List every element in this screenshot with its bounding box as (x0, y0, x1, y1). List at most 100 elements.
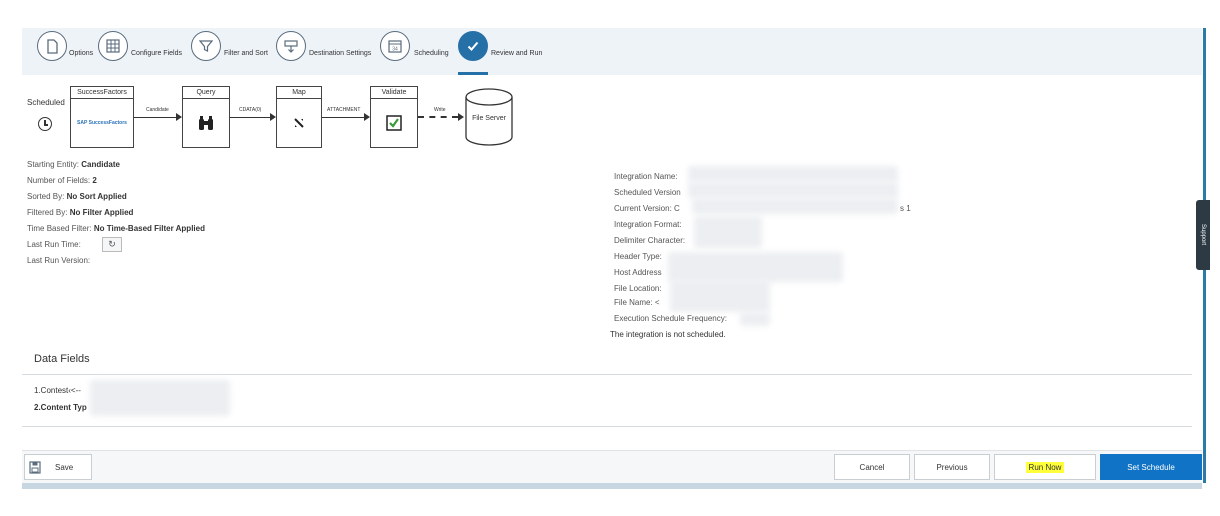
scheduled-version-row: Scheduled Version (614, 188, 681, 197)
integration-format-row: Integration Format: (614, 220, 682, 229)
support-tab-label: Support (1200, 224, 1206, 246)
grid-icon (98, 31, 128, 61)
starting-entity-row: Starting Entity: Candidate (27, 160, 120, 169)
integration-name-row: Integration Name: (614, 172, 678, 181)
time-based-filter-row: Time Based Filter: No Time-Based Filter … (27, 224, 205, 233)
connector-label: ATTACHMENT (327, 107, 361, 113)
flow-box-title: Map (277, 87, 321, 99)
kv-label: Integration Name: (614, 172, 678, 181)
current-version-suffix: s 1 (900, 204, 911, 213)
scheduled-label: Scheduled (27, 98, 65, 107)
kv-value: < (654, 298, 660, 307)
validate-check-icon (386, 115, 402, 131)
delimiter-character-row: Delimiter Character: (614, 236, 685, 245)
connector-label: Candidate (146, 107, 169, 113)
kv-label: Host Address (614, 268, 662, 277)
kv-value: No Time-Based Filter Applied (93, 224, 205, 233)
kv-value: 2 (92, 176, 97, 185)
set-schedule-button-label: Set Schedule (1127, 462, 1175, 472)
kv-label: Starting Entity: (27, 160, 80, 169)
step-configure-fields-label: Configure Fields (131, 50, 182, 57)
data-field-item: 1.Contest‹<-- (34, 386, 81, 395)
calendar-icon: 34 (380, 31, 410, 61)
cancel-button[interactable]: Cancel (834, 454, 910, 480)
redacted-value (688, 166, 898, 182)
connector-label: Write (434, 107, 446, 113)
flow-box-successfactors: SuccessFactors SAP SuccessFactors (70, 86, 134, 148)
sorted-by-row: Sorted By: No Sort Applied (27, 192, 127, 201)
wizard-steps-bar: Options Configure Fields Filter and Sort… (22, 28, 1202, 75)
kv-label: Filtered By: (27, 208, 68, 217)
number-of-fields-row: Number of Fields: 2 (27, 176, 97, 185)
redacted-value (694, 216, 762, 248)
flow-box-map: Map (276, 86, 322, 148)
redacted-value (670, 280, 770, 312)
kv-label: Number of Fields: (27, 176, 91, 185)
data-field-item: 2.Content Typ (34, 403, 87, 412)
kv-label: Header Type: (614, 252, 662, 261)
redacted-value (740, 312, 770, 326)
connector-line (322, 117, 364, 118)
set-schedule-button[interactable]: Set Schedule (1100, 454, 1202, 480)
connector-dashed-line (418, 116, 458, 118)
save-button[interactable]: Save (24, 454, 92, 480)
header-type-row: Header Type: (614, 252, 662, 261)
data-fields-title: Data Fields (34, 353, 90, 365)
step-filter-and-sort-label: Filter and Sort (224, 50, 268, 57)
redacted-value (668, 252, 843, 282)
connector-line (230, 117, 270, 118)
host-address-row: Host Address (614, 268, 662, 277)
active-step-indicator (458, 72, 488, 75)
last-run-version-row: Last Run Version: (27, 256, 90, 265)
filtered-by-row: Filtered By: No Filter Applied (27, 208, 133, 217)
flow-box-query: Query (182, 86, 230, 148)
step-review-and-run-label: Review and Run (491, 50, 543, 57)
kv-label: Scheduled Version (614, 188, 681, 197)
refresh-button[interactable]: ↻ (102, 237, 122, 252)
kv-label: Current Version: (614, 204, 672, 213)
connector-line (134, 117, 176, 118)
kv-value: Candidate (81, 160, 120, 169)
file-name-row: File Name: < (614, 298, 660, 307)
step-scheduling-label: Scheduling (414, 50, 449, 57)
flow-box-title: Validate (371, 87, 417, 99)
connector-label: CDATA(0) (239, 107, 262, 113)
run-now-button-label: Run Now (1025, 461, 1065, 473)
section-divider (22, 426, 1192, 427)
not-scheduled-message: The integration is not scheduled. (610, 330, 726, 339)
flow-box-title: Query (183, 87, 229, 99)
flow-box-title: SuccessFactors (71, 87, 133, 99)
document-icon (37, 31, 67, 61)
redacted-value (688, 182, 898, 198)
map-icon (294, 118, 304, 128)
kv-label: Delimiter Character: (614, 236, 686, 245)
kv-label: Last Run Time: (27, 240, 81, 249)
file-server-label: File Server (472, 115, 506, 122)
previous-button[interactable]: Previous (914, 454, 990, 480)
calendar-icon-text: 34 (392, 47, 398, 53)
section-divider (22, 374, 1192, 375)
support-tab[interactable]: Support (1196, 200, 1210, 270)
redacted-value (90, 380, 230, 416)
refresh-icon: ↻ (108, 239, 116, 249)
clock-icon (38, 117, 52, 131)
execution-schedule-frequency-row: Execution Schedule Frequency: (614, 314, 727, 323)
file-server-cylinder: File Server (464, 88, 514, 146)
save-button-label: Save (55, 462, 74, 472)
kv-value: No Sort Applied (66, 192, 127, 201)
redacted-value (692, 198, 898, 214)
kv-label: Execution Schedule Frequency: (614, 314, 727, 323)
kv-label: Integration Format: (614, 220, 682, 229)
run-now-button[interactable]: Run Now (994, 454, 1096, 480)
kv-label: Last Run Version: (27, 256, 91, 265)
step-destination-settings-label: Destination Settings (309, 50, 372, 57)
file-location-row: File Location: (614, 284, 662, 293)
destination-icon (276, 31, 306, 61)
binoculars-icon (199, 116, 213, 130)
filter-icon (191, 31, 221, 61)
kv-label: File Location: (614, 284, 662, 293)
footer-bottom-strip (22, 483, 1202, 489)
checkmark-icon (458, 31, 488, 61)
kv-label: Time Based Filter: (27, 224, 92, 233)
kv-value: No Filter Applied (69, 208, 134, 217)
